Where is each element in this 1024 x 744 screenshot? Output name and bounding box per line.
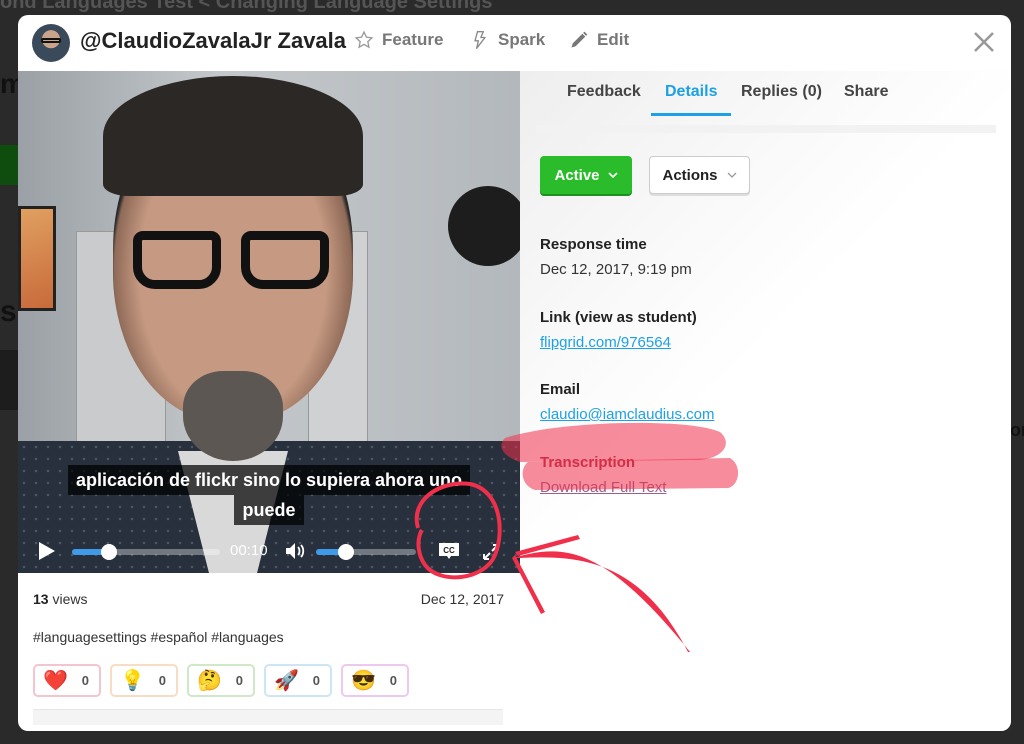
volume-knob[interactable]	[338, 544, 354, 560]
wall-poster	[18, 206, 56, 311]
play-icon[interactable]	[38, 541, 56, 561]
rocket-icon: 🚀	[274, 669, 299, 692]
details-panel: Feedback Details Replies (0) Share Activ…	[520, 71, 1011, 731]
background-fragment: s	[0, 295, 17, 328]
seek-slider[interactable]	[72, 544, 220, 560]
field-label: Email	[540, 381, 581, 398]
volume-slider[interactable]	[316, 544, 416, 560]
field-label: Link (view as student)	[540, 309, 697, 326]
response-modal: @ClaudioZavalaJr Zavala Feature Spark Ed…	[18, 15, 1011, 731]
video-player[interactable]: aplicación de flickr sino lo supiera aho…	[18, 71, 520, 573]
lightbulb-icon: 💡	[120, 669, 145, 692]
star-icon	[354, 30, 374, 49]
chevron-down-icon	[607, 172, 618, 179]
actions-dropdown[interactable]: Actions	[649, 156, 750, 194]
cool-icon: 😎	[351, 669, 376, 692]
reaction-count: 0	[312, 673, 320, 688]
email-link[interactable]: claudio@iamclaudius.com	[540, 406, 714, 423]
video-controls: 00:10 CC	[18, 531, 520, 573]
edit-label: Edit	[597, 30, 630, 49]
pencil-icon	[571, 31, 588, 48]
student-link-field: Link (view as student) flipgrid.com/9765…	[540, 309, 697, 351]
hashtags: #languagesettings #español #languages	[33, 629, 284, 645]
response-date: Dec 12, 2017	[420, 591, 504, 607]
username: @ClaudioZavalaJr Zavala	[80, 28, 347, 53]
status-dropdown[interactable]: Active	[540, 156, 632, 194]
background-breadcrumb: ond Languages Test < Changing Language S…	[0, 0, 493, 13]
actions-label: Actions	[662, 166, 718, 184]
current-time: 00:10	[230, 542, 268, 559]
chevron-down-icon	[727, 172, 736, 178]
reaction-rocket[interactable]: 🚀 0	[264, 664, 332, 697]
status-label: Active	[554, 166, 600, 184]
reaction-count: 0	[158, 673, 166, 688]
caption-line: aplicación de flickr sino lo supiera aho…	[67, 465, 471, 495]
reaction-cool[interactable]: 😎 0	[341, 664, 409, 697]
svg-text:CC: CC	[443, 546, 455, 555]
reaction-thinking[interactable]: 🤔 0	[187, 664, 255, 697]
tab-share[interactable]: Share	[830, 83, 902, 113]
feature-label: Feature	[382, 30, 444, 49]
background-bar	[0, 350, 18, 410]
field-value: Dec 12, 2017, 9:19 pm	[540, 261, 692, 278]
edit-button[interactable]: Edit	[569, 30, 629, 50]
panel-tabs: Feedback Details Replies (0) Share	[536, 71, 996, 133]
download-transcript-link[interactable]: Download Full Text	[540, 479, 666, 496]
modal-header: @ClaudioZavalaJr Zavala Feature Spark Ed…	[18, 15, 1011, 71]
seek-knob[interactable]	[101, 544, 117, 560]
tab-replies[interactable]: Replies (0)	[727, 83, 836, 113]
reaction-count: 0	[389, 673, 397, 688]
view-count: 13 views	[33, 591, 88, 607]
meta-divider	[33, 709, 503, 725]
lightning-icon	[474, 31, 486, 49]
thinking-icon: 🤔	[197, 669, 222, 692]
field-label: Transcription	[540, 454, 636, 471]
transcription-field: Transcription Download Full Text	[540, 454, 666, 496]
background-right-fragment: on	[1010, 420, 1024, 440]
heart-icon: ❤️	[43, 669, 68, 692]
response-time-field: Response time Dec 12, 2017, 9:19 pm	[540, 236, 692, 278]
avatar	[32, 24, 70, 62]
spark-button[interactable]: Spark	[470, 30, 545, 50]
spark-label: Spark	[498, 30, 546, 49]
fullscreen-icon[interactable]	[482, 543, 500, 561]
tab-details[interactable]: Details	[651, 83, 732, 116]
volume-icon[interactable]	[284, 541, 306, 561]
close-icon[interactable]	[973, 31, 995, 53]
background-green-button	[0, 145, 18, 185]
caption-line: puede	[234, 495, 304, 525]
field-label: Response time	[540, 236, 647, 253]
reactions-bar: ❤️ 0 💡 0 🤔 0 🚀 0 😎 0	[33, 664, 409, 697]
email-field: Email claudio@iamclaudius.com	[540, 381, 714, 423]
response-meta: 13 views Dec 12, 2017 #languagesettings …	[18, 573, 520, 731]
student-link[interactable]: flipgrid.com/976564	[540, 334, 697, 351]
reaction-count: 0	[81, 673, 89, 688]
video-captions: aplicación de flickr sino lo supiera aho…	[18, 465, 520, 525]
reaction-count: 0	[235, 673, 243, 688]
reaction-heart[interactable]: ❤️ 0	[33, 664, 101, 697]
closed-captions-icon[interactable]: CC	[438, 542, 460, 562]
tab-feedback[interactable]: Feedback	[553, 83, 655, 113]
feature-button[interactable]: Feature	[354, 30, 443, 50]
background-left-edge: m s	[0, 60, 25, 560]
reaction-lightbulb[interactable]: 💡 0	[110, 664, 178, 697]
